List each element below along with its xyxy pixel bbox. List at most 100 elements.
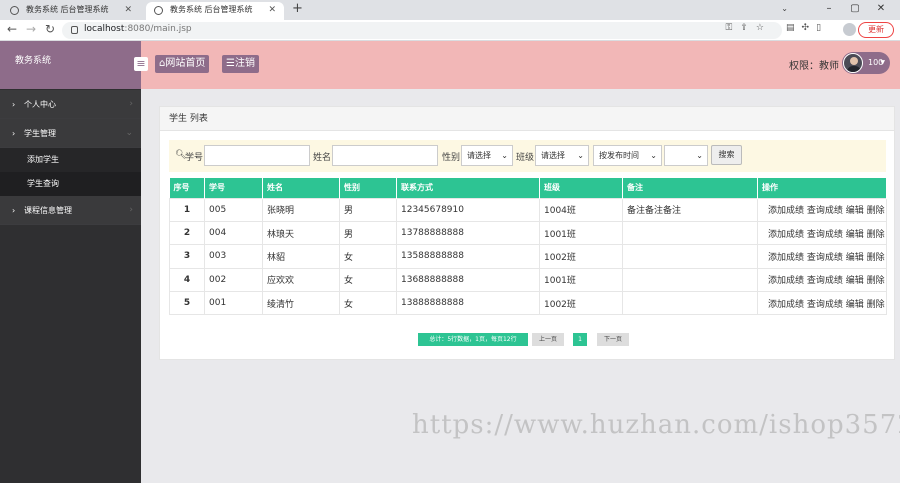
cell-name: 应欢欢 (262, 267, 340, 293)
puzzle-icon[interactable]: ✣ (802, 23, 817, 33)
avatar (843, 53, 863, 73)
column-header: 姓名 (262, 178, 340, 198)
column-header: 性别 (339, 178, 397, 198)
close-icon[interactable]: ✕ (124, 2, 132, 18)
id-input[interactable] (204, 145, 310, 166)
cell-actions: 添加成绩 查询成绩 编辑 删除 (757, 197, 887, 222)
info-icon[interactable] (71, 26, 78, 34)
panel-title: 学生 列表 (160, 107, 894, 131)
name-label: 姓名 (313, 153, 332, 163)
cell-id: 003 (204, 244, 263, 269)
update-button[interactable]: 更新 (858, 22, 894, 38)
reload-icon[interactable]: ↻ (45, 22, 55, 36)
cell-phone: 12345678910 (396, 197, 540, 222)
pager-info: 总计：5行数据，1页，每页12行 (418, 333, 528, 346)
maximize-icon[interactable]: ▢ (842, 0, 868, 18)
cell-name: 绫清竹 (262, 291, 340, 316)
app-title: 教务系统 (0, 41, 141, 89)
edit-link[interactable]: 编辑 (846, 230, 864, 240)
delete-link[interactable]: 删除 (867, 253, 885, 263)
cell-gender: 男 (339, 220, 397, 246)
globe-icon (154, 6, 163, 15)
sidebar-subitem-student-query[interactable]: 学生查询 (0, 172, 141, 196)
add-score-link[interactable]: 添加成绩 (768, 276, 804, 286)
delete-link[interactable]: 删除 (867, 300, 885, 310)
sidepanel-icon[interactable]: ▯ (816, 23, 828, 33)
browser-toolbar: ← → ↻ localhost:8080/main.jsp ⚿⇪☆ ▤✣▯ 更新 (0, 20, 900, 41)
edit-link[interactable]: 编辑 (846, 276, 864, 286)
cell-phone: 13588888888 (396, 244, 540, 269)
address-bar[interactable]: localhost:8080/main.jsp ⚿⇪☆ (62, 22, 782, 39)
sidebar-item-student-management[interactable]: › 学生管理 ⌄ (0, 119, 141, 148)
edit-link[interactable]: 编辑 (846, 253, 864, 263)
delete-link[interactable]: 删除 (867, 230, 885, 240)
extension-icon[interactable]: ▤ (786, 23, 802, 33)
sort-select[interactable]: 按发布时间 ⌄ (593, 145, 662, 166)
order-select[interactable]: ⌄ (664, 145, 708, 166)
cell-class: 1001班 (539, 220, 623, 246)
next-page-button[interactable]: 下一页 (597, 333, 629, 346)
cell-note (622, 267, 758, 293)
class-select[interactable]: 请选择 ⌄ (535, 145, 589, 166)
edit-link[interactable]: 编辑 (846, 300, 864, 310)
column-header: 序号 (169, 178, 205, 198)
role-text: 权限：教师 (789, 61, 839, 72)
browser-tab-active[interactable]: 教务系统 后台管理系统 ✕ (146, 2, 284, 20)
cell-seq: 5 (169, 291, 205, 316)
cell-actions: 添加成绩 查询成绩 编辑 删除 (757, 220, 887, 246)
extension-icons: ▤✣▯ (786, 23, 828, 33)
sidebar-subitem-add-student[interactable]: 添加学生 (0, 148, 141, 172)
query-score-link[interactable]: 查询成绩 (807, 206, 843, 216)
cell-id: 005 (204, 197, 263, 222)
new-tab-icon[interactable]: + (292, 1, 303, 16)
sidebar: 教务系统 › 个人中心 › › 学生管理 ⌄ 添加学生 学生查询 › 课程信息管… (0, 41, 141, 483)
add-score-link[interactable]: 添加成绩 (768, 300, 804, 310)
query-score-link[interactable]: 查询成绩 (807, 300, 843, 310)
close-icon[interactable]: ✕ (268, 2, 276, 18)
cell-actions: 添加成绩 查询成绩 编辑 删除 (757, 291, 887, 316)
profile-avatar[interactable] (843, 23, 856, 36)
current-page-button[interactable]: 1 (573, 333, 587, 346)
forward-icon[interactable]: → (26, 22, 36, 36)
add-score-link[interactable]: 添加成绩 (768, 253, 804, 263)
search-button[interactable]: 搜索 (711, 145, 742, 165)
window-controls: – ▢ ✕ (816, 0, 894, 18)
chevron-right-icon: › (129, 205, 133, 215)
sidebar-item-course-management[interactable]: › 课程信息管理 › (0, 196, 141, 225)
home-button[interactable]: ⌂网站首页 (155, 55, 210, 73)
student-list-panel: 学生 列表 🔍︎ 学号 姓名 性别 请选择 ⌄ 班级 请选择 ⌄ 按发布时间 ⌄ ⌄ … (159, 106, 895, 360)
cell-actions: 添加成绩 查询成绩 编辑 删除 (757, 244, 887, 269)
name-input[interactable] (332, 145, 438, 166)
add-score-link[interactable]: 添加成绩 (768, 206, 804, 216)
cell-gender: 男 (339, 197, 397, 222)
star-icon[interactable]: ☆ (756, 23, 772, 33)
logout-button[interactable]: ☰注销 (222, 55, 259, 73)
browser-tab[interactable]: 教务系统 后台管理系统 ✕ (2, 2, 140, 20)
table-row: 1 005 张晓明男 12345678910 1004班 备注备注备注 添加成绩 查询成绩 … (169, 197, 887, 222)
sidebar-item-personal-center[interactable]: › 个人中心 › (0, 90, 141, 119)
query-score-link[interactable]: 查询成绩 (807, 230, 843, 240)
gender-select[interactable]: 请选择 ⌄ (461, 145, 513, 166)
key-icon[interactable]: ⚿ (726, 23, 741, 33)
delete-link[interactable]: 删除 (867, 206, 885, 216)
tab-title: 教务系统 后台管理系统 (170, 5, 253, 14)
user-menu[interactable]: 100 ▼ (842, 52, 890, 74)
share-icon[interactable]: ⇪ (740, 23, 756, 33)
query-score-link[interactable]: 查询成绩 (807, 276, 843, 286)
cell-note: 备注备注备注 (622, 197, 758, 222)
tab-search-icon[interactable]: ⌄ (781, 4, 788, 13)
cell-class: 1002班 (539, 244, 623, 269)
close-window-icon[interactable]: ✕ (868, 0, 894, 18)
prev-page-button[interactable]: 上一页 (532, 333, 564, 346)
cell-gender: 女 (339, 267, 397, 293)
query-score-link[interactable]: 查询成绩 (807, 253, 843, 263)
edit-link[interactable]: 编辑 (846, 206, 864, 216)
menu-toggle-icon[interactable]: ≡ (134, 57, 148, 71)
back-icon[interactable]: ← (7, 22, 17, 36)
cell-note (622, 291, 758, 316)
column-header: 学号 (204, 178, 263, 198)
delete-link[interactable]: 删除 (867, 276, 885, 286)
minimize-icon[interactable]: – (816, 0, 842, 18)
cell-name: 林貂 (262, 244, 340, 269)
add-score-link[interactable]: 添加成绩 (768, 230, 804, 240)
